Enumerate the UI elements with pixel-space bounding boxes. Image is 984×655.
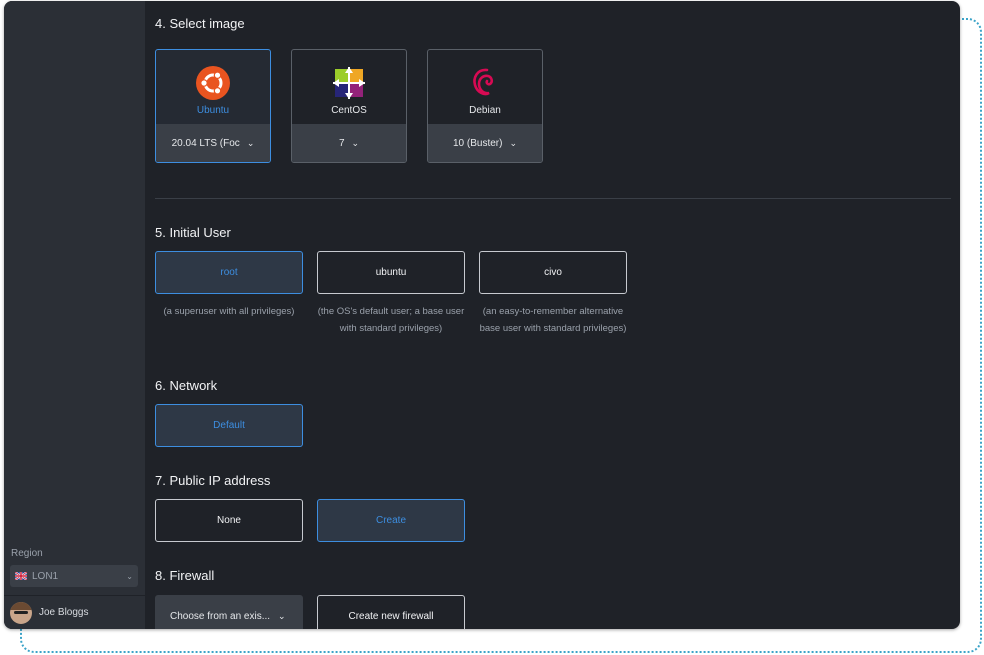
public-ip-option-none[interactable]: None [155, 499, 303, 542]
image-card-ubuntu[interactable]: Ubuntu 20.04 LTS (Foc ⌄ [155, 49, 271, 163]
ubuntu-icon [196, 66, 230, 100]
chevron-down-icon: ⌄ [278, 611, 286, 621]
section-title-network: 6. Network [155, 378, 218, 393]
section-title-initial-user: 5. Initial User [155, 225, 231, 240]
image-version-value: 20.04 LTS (Foc [171, 137, 240, 149]
user-name: Joe Bloggs [39, 607, 89, 618]
image-version-select[interactable]: 10 (Buster) ⌄ [428, 124, 542, 162]
create-firewall-button[interactable]: Create new firewall [317, 595, 465, 629]
image-card-centos[interactable]: CentOS 7 ⌄ [291, 49, 407, 163]
chevron-down-icon: ⌄ [246, 137, 255, 148]
avatar [10, 601, 32, 624]
debian-icon [473, 68, 494, 96]
region-value: LON1 [32, 570, 59, 582]
section-title-firewall: 8. Firewall [155, 568, 215, 583]
public-ip-option-create[interactable]: Create [317, 499, 465, 542]
chevron-down-icon: ⌄ [509, 137, 517, 148]
section-title-image: 4. Select image [155, 16, 245, 31]
user-option-root[interactable]: root [155, 251, 303, 294]
network-option-default[interactable]: Default [155, 404, 303, 447]
section-title-public-ip: 7. Public IP address [155, 473, 271, 488]
user-option-description: (a superuser with all privileges) [163, 306, 295, 317]
sidebar: Region LON1 ⌄ Joe Bloggs [4, 1, 145, 629]
image-version-select[interactable]: 20.04 LTS (Foc ⌄ [156, 124, 270, 162]
chevron-down-icon: ⌄ [351, 137, 360, 148]
user-option-description: (an easy-to-remember alternative base us… [479, 306, 627, 334]
firewall-select-value: Choose from an exis... [170, 611, 271, 622]
image-name: Ubuntu [196, 105, 230, 116]
image-version-select[interactable]: 7 ⌄ [292, 124, 406, 162]
uk-flag-icon [15, 572, 27, 580]
centos-icon [333, 67, 365, 99]
image-version-value: 7 [338, 137, 345, 149]
app-window: Region LON1 ⌄ Joe Bloggs 4. Select image [4, 1, 960, 629]
firewall-select[interactable]: Choose from an exis... ⌄ [155, 595, 303, 629]
section-divider [155, 198, 951, 199]
chevron-down-icon: ⌄ [126, 571, 133, 581]
user-option-ubuntu[interactable]: ubuntu [317, 251, 465, 294]
region-label: Region [11, 548, 43, 559]
main-content: 4. Select image Ubuntu 20.04 LTS (Foc ⌄ [145, 1, 960, 629]
region-select[interactable]: LON1 ⌄ [10, 565, 138, 587]
image-version-value: 10 (Buster) [452, 137, 503, 149]
image-card-debian[interactable]: Debian 10 (Buster) ⌄ [427, 49, 543, 163]
user-option-description: (the OS's default user; a base user with… [317, 306, 465, 334]
user-option-civo[interactable]: civo [479, 251, 627, 294]
image-name: CentOS [331, 105, 367, 116]
image-name: Debian [469, 105, 501, 116]
user-menu[interactable]: Joe Bloggs [4, 595, 145, 629]
